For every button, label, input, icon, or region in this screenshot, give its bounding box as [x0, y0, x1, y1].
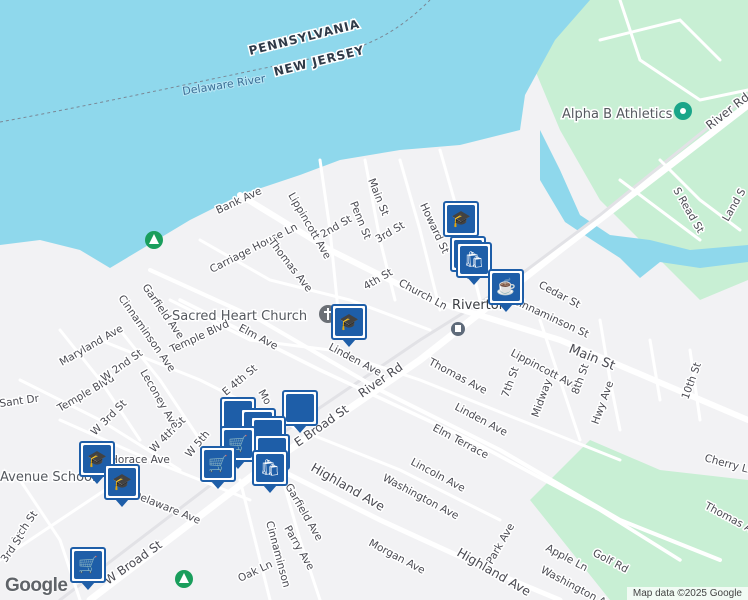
- shop-marker[interactable]: 🛍: [456, 242, 492, 285]
- shopping-bag-icon: 🛍: [460, 246, 488, 274]
- poi-label-alpha-b: Alpha B Athletics: [562, 107, 673, 122]
- transit-station-icon[interactable]: [451, 322, 465, 336]
- map-attribution[interactable]: Map data ©2025 Google: [626, 587, 748, 600]
- shop-marker[interactable]: [282, 390, 318, 433]
- cafe-icon: ☕: [492, 273, 520, 301]
- school-marker[interactable]: 🎓: [443, 201, 479, 244]
- school-icon: 🎓: [335, 308, 363, 336]
- park-tree-icon[interactable]: [145, 231, 163, 249]
- shopping-cart-icon: [286, 394, 314, 422]
- school-marker[interactable]: 🎓: [331, 304, 367, 347]
- shopping-cart-icon: 🛒: [204, 450, 232, 478]
- map-canvas[interactable]: PENNSYLVANIA NEW JERSEY Delaware River S…: [0, 0, 748, 600]
- school-icon: 🎓: [108, 468, 136, 496]
- gym-icon[interactable]: [674, 102, 692, 120]
- shop-marker[interactable]: 🛍: [252, 450, 288, 493]
- cafe-marker[interactable]: ☕: [488, 269, 524, 312]
- school-marker[interactable]: 🎓: [104, 464, 140, 507]
- shop-marker[interactable]: 🛒: [200, 446, 236, 489]
- poi-label-sacred-heart: Sacred Heart Church: [172, 309, 307, 324]
- shop-marker[interactable]: 🛒: [70, 547, 106, 590]
- google-logo[interactable]: Google: [5, 575, 68, 597]
- shopping-bag-icon: 🛍: [256, 454, 284, 482]
- shopping-cart-icon: 🛒: [74, 551, 102, 579]
- school-icon: 🎓: [447, 205, 475, 233]
- park-tree-icon[interactable]: [175, 570, 193, 588]
